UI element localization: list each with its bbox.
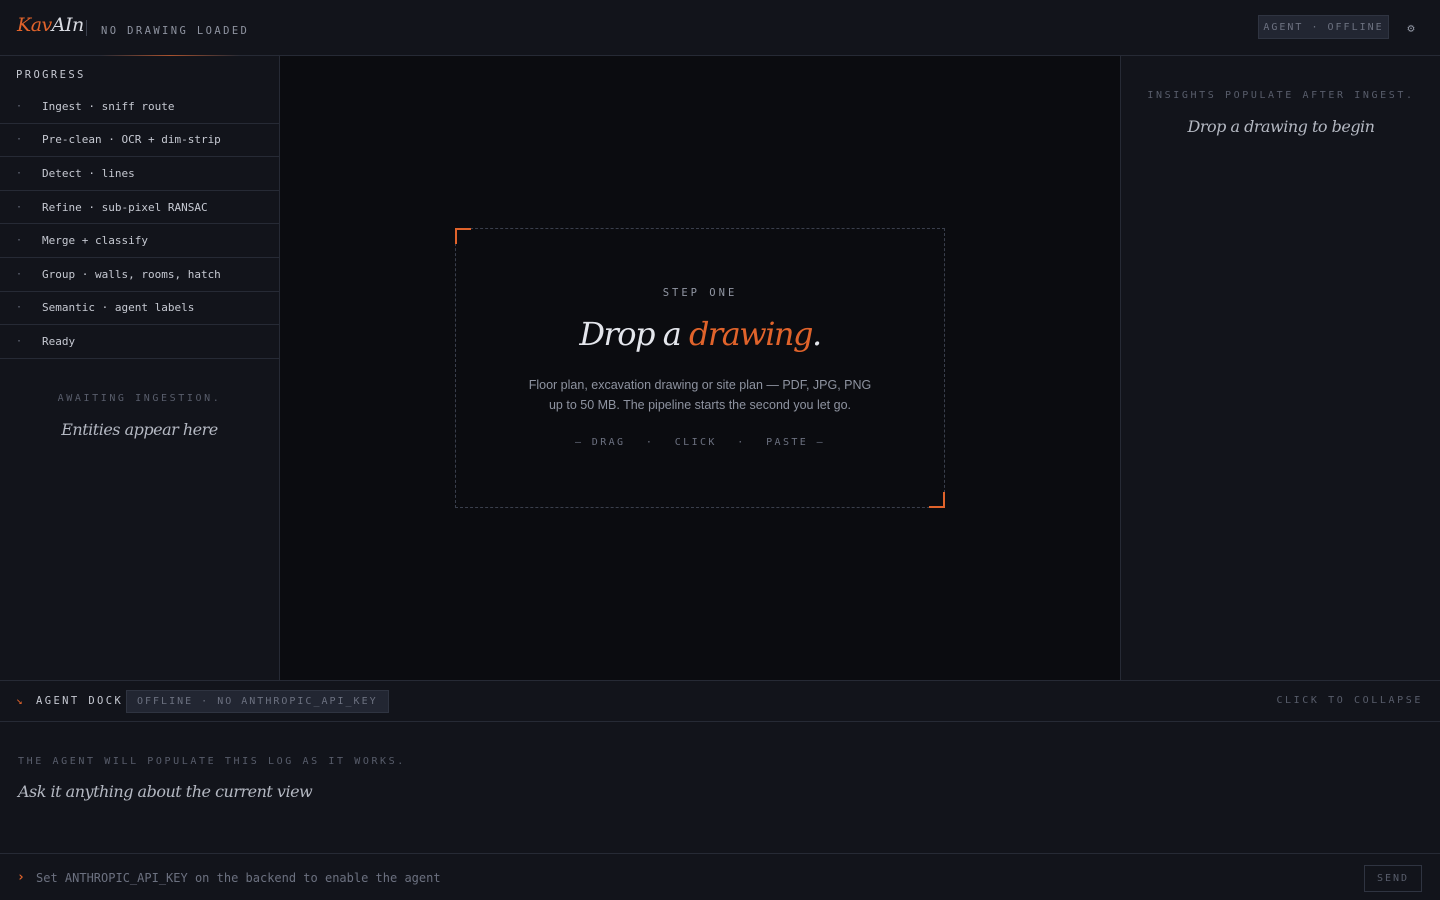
drop-zone[interactable]: STEP ONE Drop a drawing. Floor plan, exc…	[455, 228, 945, 508]
agent-dock-title: AGENT DOCK	[36, 695, 124, 707]
entities-placeholder: Entities appear here	[61, 420, 218, 439]
step-bullet-icon: ·	[16, 201, 23, 213]
drop-title-end: .	[812, 315, 822, 353]
progress-heading: PROGRESS	[16, 69, 86, 81]
step-bullet-icon: ·	[16, 268, 23, 280]
paste-action: PASTE —	[766, 437, 826, 448]
drop-actions: — DRAG · CLICK · PASTE —	[456, 437, 944, 448]
progress-sidebar: PROGRESS · Ingest · sniff route · Pre-cl…	[0, 56, 280, 680]
progress-step: · Pre-clean · OCR + dim-strip	[0, 124, 279, 158]
progress-step: · Ready	[0, 325, 279, 359]
step-bullet-icon: ·	[16, 302, 23, 314]
drop-title: Drop a drawing.	[456, 315, 944, 353]
step-bullet-icon: ·	[16, 235, 23, 247]
step-bullet-icon: ·	[16, 100, 23, 112]
agent-input-row: › SEND	[0, 853, 1440, 900]
agent-log-placeholder: Ask it anything about the current view	[18, 782, 313, 801]
step-label: Semantic · agent labels	[42, 301, 195, 315]
step-label: Refine · sub-pixel RANSAC	[42, 200, 208, 214]
progress-step: · Refine · sub-pixel RANSAC	[0, 191, 279, 225]
agent-log-note: THE AGENT WILL POPULATE THIS LOG AS IT W…	[18, 756, 406, 767]
drop-description-line: Floor plan, excavation drawing or site p…	[528, 378, 872, 392]
awaiting-note: AWAITING INGESTION.	[57, 393, 222, 404]
agent-dock-status-badge: OFFLINE · NO ANTHROPIC_API_KEY	[126, 690, 389, 713]
corner-mark	[929, 492, 945, 508]
progress-step: · Ingest · sniff route	[0, 90, 279, 124]
insights-note: INSIGHTS POPULATE AFTER INGEST.	[1147, 90, 1415, 101]
agent-dock: ↘ AGENT DOCK OFFLINE · NO ANTHROPIC_API_…	[0, 680, 1440, 900]
send-button[interactable]: SEND	[1364, 865, 1422, 892]
progress-step: · Detect · lines	[0, 157, 279, 191]
action-separator: ·	[737, 437, 746, 448]
chevron-icon: ↘	[16, 694, 23, 707]
progress-step: · Merge + classify	[0, 224, 279, 258]
drawing-canvas: STEP ONE Drop a drawing. Floor plan, exc…	[280, 56, 1120, 680]
drop-title-accent: drawing	[688, 315, 814, 353]
agent-dock-header[interactable]: ↘ AGENT DOCK OFFLINE · NO ANTHROPIC_API_…	[0, 681, 1440, 722]
top-bar: KavAIn NO DRAWING LOADED AGENT · OFFLINE…	[0, 0, 1440, 56]
step-label: Group · walls, rooms, hatch	[42, 267, 221, 281]
insights-panel: INSIGHTS POPULATE AFTER INGEST. Drop a d…	[1120, 56, 1440, 680]
header-divider	[86, 20, 87, 36]
step-bullet-icon: ·	[16, 167, 23, 179]
app-logo[interactable]: KavAIn	[17, 14, 84, 36]
progress-steps: · Ingest · sniff route · Pre-clean · OCR…	[0, 90, 279, 359]
drawing-status: NO DRAWING LOADED	[101, 25, 250, 37]
logo-part-rest: AIn	[51, 14, 84, 36]
drop-description-line: up to 50 MB. The pipeline starts the sec…	[548, 398, 852, 412]
progress-step: · Group · walls, rooms, hatch	[0, 258, 279, 292]
logo-part-accent: Kav	[17, 14, 52, 36]
step-bullet-icon: ·	[16, 335, 23, 347]
agent-prompt-input[interactable]	[36, 867, 1336, 889]
step-label: Ingest · sniff route	[42, 99, 175, 113]
step-label: Ready	[42, 334, 76, 348]
click-action[interactable]: CLICK	[675, 437, 717, 448]
gear-icon[interactable]: ⚙	[1404, 21, 1418, 35]
action-separator: ·	[645, 437, 655, 448]
corner-mark	[455, 228, 471, 244]
step-label: Merge + classify	[42, 234, 148, 248]
drag-action: — DRAG	[574, 437, 626, 448]
drop-description: Floor plan, excavation drawing or site p…	[456, 375, 944, 415]
drop-title-plain: Drop a	[579, 315, 689, 353]
step-label: Detect · lines	[42, 166, 135, 180]
progress-step: · Semantic · agent labels	[0, 292, 279, 326]
collapse-toggle[interactable]: CLICK TO COLLAPSE	[1276, 695, 1423, 706]
step-label: Pre-clean · OCR + dim-strip	[42, 133, 221, 147]
agent-status-badge: AGENT · OFFLINE	[1258, 15, 1389, 39]
step-bullet-icon: ·	[16, 134, 23, 146]
prompt-caret-icon: ›	[17, 870, 25, 885]
insights-placeholder: Drop a drawing to begin	[1187, 117, 1375, 136]
step-label: STEP ONE	[662, 287, 738, 299]
